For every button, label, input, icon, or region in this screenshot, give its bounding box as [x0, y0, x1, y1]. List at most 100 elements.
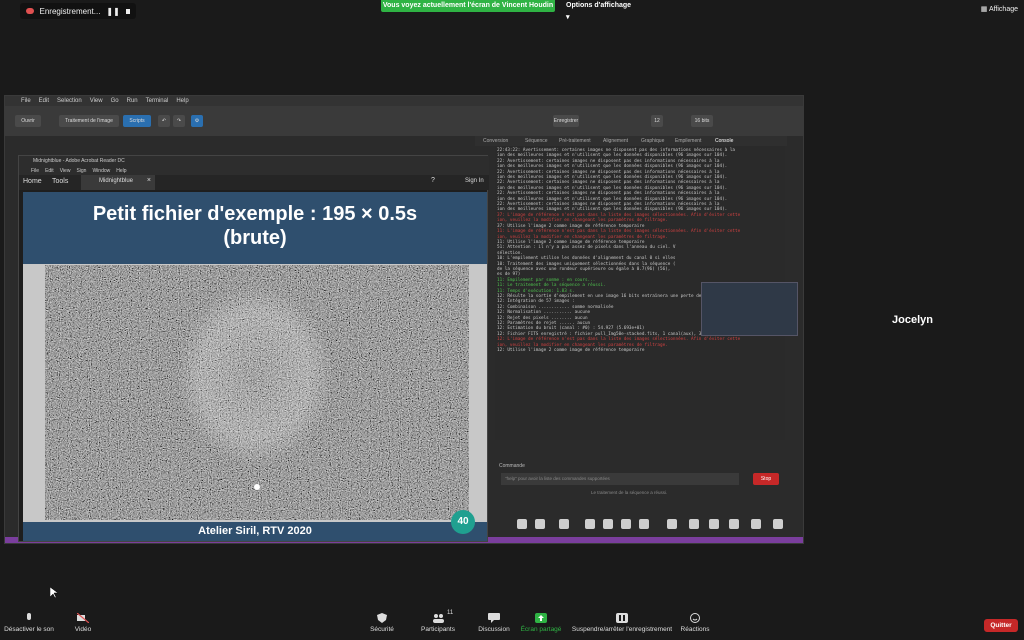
- tool-icon[interactable]: [773, 519, 783, 529]
- chat-label: Discussion: [478, 626, 510, 633]
- menu-run[interactable]: Run: [127, 98, 138, 104]
- scripts-button[interactable]: Scripts: [123, 115, 151, 127]
- tab-console[interactable]: Console: [715, 138, 733, 144]
- tools-tab[interactable]: Tools: [52, 178, 68, 185]
- pause-icon[interactable]: ❚❚: [106, 7, 119, 16]
- shared-screen: File Edit Selection View Go Run Terminal…: [4, 95, 804, 544]
- cloud-record-icon: [26, 8, 34, 14]
- image-processing-button[interactable]: Traitement de l'image: [59, 115, 119, 127]
- slide-title-line2: (brute): [223, 227, 287, 249]
- save-button[interactable]: Enregistrer: [553, 115, 579, 127]
- tool-icon[interactable]: [535, 519, 545, 529]
- security-button[interactable]: Sécurité: [366, 613, 398, 633]
- help-icon[interactable]: ?: [431, 177, 435, 184]
- acrobat-window: Midnightblue - Adobe Acrobat Reader DC F…: [18, 155, 489, 542]
- tab-preprocessing[interactable]: Pré-traitement: [559, 138, 591, 144]
- menu-help[interactable]: Help: [176, 98, 188, 104]
- sign-in-button[interactable]: Sign In: [465, 178, 484, 184]
- participants-label: Participants: [421, 626, 455, 633]
- mute-button[interactable]: Désactiver le son: [4, 613, 54, 633]
- reactions-label: Réactions: [680, 626, 710, 633]
- recording-label: Enregistrement...: [39, 6, 101, 16]
- tab-conversion[interactable]: Conversion: [483, 138, 508, 144]
- tool-icon[interactable]: [621, 519, 631, 529]
- zoom-value[interactable]: 12: [651, 115, 663, 127]
- ac-menu-help[interactable]: Help: [116, 168, 126, 174]
- slide-title-line1: Petit fichier d'exemple : 195 × 0.5s: [92, 203, 418, 225]
- smiley-icon: [689, 613, 701, 623]
- zoom-control-bar: Désactiver le son Vidéo Sécurité Partici…: [0, 606, 1024, 640]
- home-tab[interactable]: Home: [23, 178, 42, 185]
- slide-header: Petit fichier d'exemple : 195 × 0.5s (br…: [23, 192, 487, 264]
- share-screen-button[interactable]: Écran partagé: [520, 613, 562, 633]
- ac-menu-edit[interactable]: Edit: [45, 168, 54, 174]
- redo-icon[interactable]: ↷: [173, 115, 185, 127]
- tab-registration[interactable]: Alignement: [603, 138, 628, 144]
- share-label: Écran partagé: [520, 626, 562, 633]
- acrobat-title: Midnightblue - Adobe Acrobat Reader DC: [19, 156, 489, 166]
- record-button[interactable]: Suspendre/arrêter l'enregistrement: [570, 613, 674, 633]
- acrobat-menubar: File Edit View Sign Window Help: [19, 166, 489, 175]
- menu-terminal[interactable]: Terminal: [146, 98, 169, 104]
- undo-icon[interactable]: ↶: [158, 115, 170, 127]
- tool-icon[interactable]: [709, 519, 719, 529]
- video-button[interactable]: Vidéo: [68, 612, 98, 633]
- ac-menu-file[interactable]: File: [31, 168, 39, 174]
- mute-label: Désactiver le son: [4, 626, 54, 633]
- noisy-astro-image: [45, 265, 469, 520]
- ac-menu-view[interactable]: View: [60, 168, 71, 174]
- tool-icon[interactable]: [585, 519, 595, 529]
- menu-edit[interactable]: Edit: [39, 98, 49, 104]
- share-banner: Vous voyez actuellement l'écran de Vince…: [381, 0, 555, 12]
- tool-icon[interactable]: [689, 519, 699, 529]
- tab-sequence[interactable]: Séquence: [525, 138, 548, 144]
- stop-record-icon[interactable]: [125, 8, 130, 14]
- tab-stacking[interactable]: Empilement: [675, 138, 701, 144]
- doc-tab[interactable]: Midnightblue ×: [81, 175, 155, 190]
- menu-file[interactable]: File: [21, 98, 31, 104]
- participant-name: Jocelyn: [892, 314, 933, 326]
- tool-icon[interactable]: [667, 519, 677, 529]
- reactions-button[interactable]: Réactions: [678, 613, 712, 633]
- bit-depth-select[interactable]: 16 bits: [691, 115, 713, 127]
- video-off-icon: [76, 612, 90, 624]
- tool-icon[interactable]: [729, 519, 739, 529]
- view-options-button[interactable]: Options d'affichage ▾: [566, 0, 636, 21]
- siril-tabs: Conversion Séquence Pré-traitement Align…: [475, 136, 787, 146]
- tool-icon[interactable]: [603, 519, 613, 529]
- console-line: 12: L'image de référence n'est pas dans …: [497, 337, 741, 343]
- tool-icon[interactable]: [751, 519, 761, 529]
- chat-button[interactable]: Discussion: [476, 613, 512, 633]
- tab-plot[interactable]: Graphique: [641, 138, 664, 144]
- page-number-badge: 40: [451, 510, 475, 534]
- ac-menu-sign[interactable]: Sign: [76, 168, 86, 174]
- status-line: Le traitement de la séquence a réussi.: [591, 490, 668, 495]
- ac-menu-window[interactable]: Window: [92, 168, 110, 174]
- menu-go[interactable]: Go: [111, 98, 119, 104]
- process-icon[interactable]: ⚙: [191, 115, 203, 127]
- tool-icon[interactable]: [517, 519, 527, 529]
- tool-icon[interactable]: [559, 519, 569, 529]
- quit-button[interactable]: Quitter: [984, 619, 1018, 632]
- open-button[interactable]: Ouvrir: [15, 115, 41, 127]
- console-line: 12: Utilise l'image 2 comme image de réf…: [497, 348, 645, 354]
- view-options-label: Options d'affichage: [566, 2, 632, 9]
- close-icon[interactable]: ×: [147, 177, 151, 184]
- participants-button[interactable]: Participants: [418, 613, 458, 633]
- chat-icon: [488, 613, 500, 623]
- stop-button[interactable]: Stop: [753, 473, 779, 485]
- menu-selection[interactable]: Selection: [57, 98, 82, 104]
- share-screen-icon: [535, 613, 547, 623]
- participants-count: 11: [447, 610, 454, 616]
- video-label: Vidéo: [74, 626, 92, 633]
- menu-view[interactable]: View: [90, 98, 103, 104]
- recording-indicator[interactable]: Enregistrement... ❚❚: [20, 3, 136, 19]
- display-button[interactable]: ▦ Affichage: [981, 5, 1018, 13]
- tool-icon[interactable]: [639, 519, 649, 529]
- command-label: Commande: [499, 463, 525, 469]
- command-input[interactable]: "help" pour avoir la liste des commandes…: [501, 473, 739, 485]
- participants-icon: [432, 613, 444, 623]
- display-label: Affichage: [988, 6, 1018, 13]
- video-thumbnail[interactable]: [701, 282, 798, 336]
- security-label: Sécurité: [370, 626, 394, 633]
